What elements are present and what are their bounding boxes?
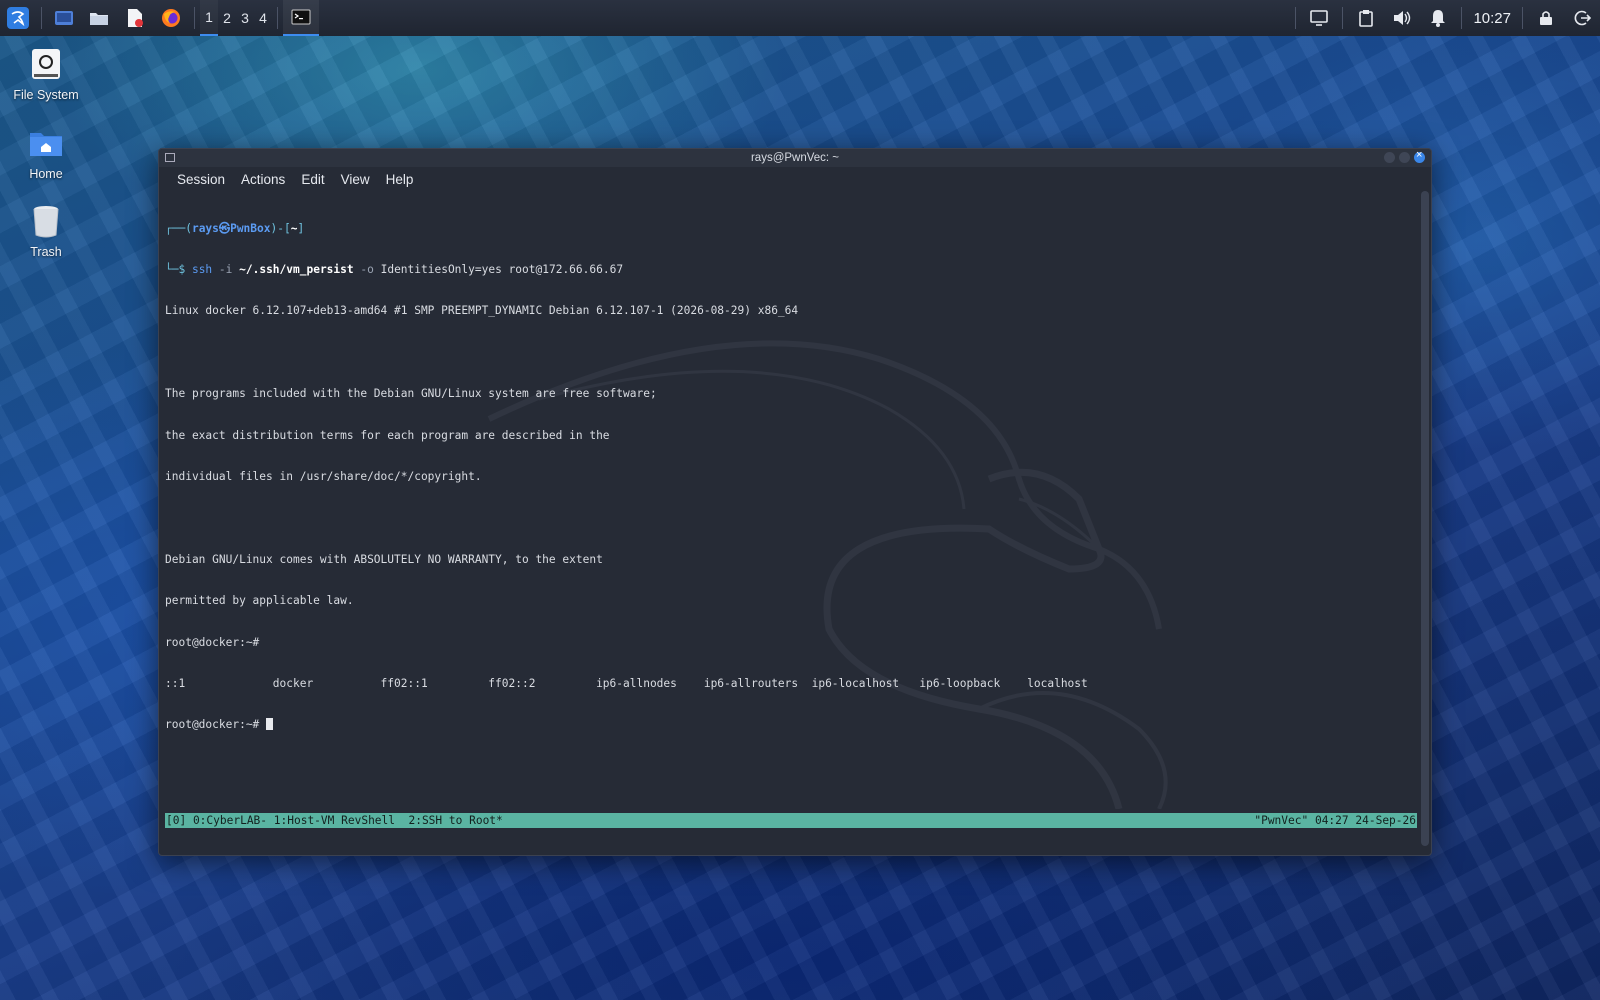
- desktop-icon-label: Trash: [30, 245, 62, 259]
- prompt-frame: ┌──(: [165, 221, 192, 235]
- output-line: Debian GNU/Linux comes with ABSOLUTELY N…: [165, 552, 603, 566]
- show-desktop-icon[interactable]: [47, 0, 81, 36]
- menubar: Session Actions Edit View Help: [159, 167, 1431, 191]
- tmux-window-list[interactable]: [0] 0:CyberLAB- 1:Host-VM RevShell 2:SSH…: [166, 813, 503, 828]
- terminal-scrollbar[interactable]: [1421, 191, 1429, 846]
- window-titlebar[interactable]: rays@PwnVec: ~: [159, 149, 1431, 167]
- clock[interactable]: 10:27: [1467, 10, 1517, 27]
- workspace-4[interactable]: 4: [254, 0, 272, 36]
- separator: [41, 7, 42, 29]
- workspace-2[interactable]: 2: [218, 0, 236, 36]
- terminal-task-icon[interactable]: [283, 0, 319, 36]
- separator: [194, 7, 195, 29]
- menu-actions[interactable]: Actions: [233, 172, 293, 187]
- output-line: individual files in /usr/share/doc/*/cop…: [165, 469, 482, 483]
- prompt-frame: └─$: [165, 262, 192, 276]
- home-folder-icon: [28, 125, 64, 161]
- desktop-icon-home[interactable]: Home: [0, 125, 92, 181]
- output-line: permitted by applicable law.: [165, 594, 354, 608]
- current-prompt-line: root@docker:~#: [165, 718, 1413, 732]
- desktop-icon-trash[interactable]: Trash: [0, 203, 92, 259]
- output-line: The programs included with the Debian GN…: [165, 387, 657, 401]
- text-cursor: [266, 718, 274, 731]
- terminal-window[interactable]: rays@PwnVec: ~ Session Actions Edit View…: [158, 148, 1432, 856]
- clipboard-icon[interactable]: [1348, 0, 1384, 36]
- menu-help[interactable]: Help: [378, 172, 422, 187]
- output-line: Linux docker 6.12.107+deb13-amd64 #1 SMP…: [165, 304, 799, 318]
- menu-edit[interactable]: Edit: [293, 172, 332, 187]
- logout-icon[interactable]: [1564, 0, 1600, 36]
- terminal-output[interactable]: ┌──(rays㉿PwnBox)-[~] └─$ ssh -i ~/.ssh/v…: [159, 191, 1419, 855]
- separator: [1342, 7, 1344, 29]
- desktop-icon-label: File System: [13, 88, 79, 102]
- command-flag: -i: [212, 262, 240, 276]
- command-flag: -o: [353, 262, 381, 276]
- prompt-user: rays㉿PwnBox: [191, 221, 271, 235]
- output-line: the exact distribution terms for each pr…: [165, 428, 610, 442]
- command-keyfile: ~/.ssh/vm_persist: [239, 262, 354, 276]
- window-title: rays@PwnVec: ~: [750, 152, 840, 164]
- command-name: ssh: [191, 262, 213, 276]
- desktop-icon-file-system[interactable]: File System: [0, 46, 92, 102]
- separator: [1295, 7, 1297, 29]
- text-editor-icon[interactable]: [117, 0, 153, 36]
- volume-icon[interactable]: [1384, 0, 1420, 36]
- desktop-icon-label: Home: [29, 167, 63, 181]
- tmux-status-bar: [0] 0:CyberLAB- 1:Host-VM RevShell 2:SSH…: [165, 813, 1417, 828]
- system-tray: 10:27: [1290, 0, 1600, 36]
- close-icon[interactable]: [1414, 149, 1425, 163]
- tmux-status-right: "PwnVec" 04:27 24-Sep-26: [1254, 814, 1416, 827]
- firefox-icon[interactable]: [153, 0, 189, 36]
- workspace-1[interactable]: 1: [200, 0, 218, 36]
- file-manager-icon[interactable]: [81, 0, 117, 36]
- current-prompt: root@docker:~#: [165, 718, 267, 732]
- prompt-frame: )-[: [270, 221, 291, 235]
- trash-icon: [28, 203, 64, 239]
- drive-icon: [28, 46, 64, 82]
- minimize-icon[interactable]: [1384, 152, 1395, 163]
- separator: [1522, 7, 1523, 29]
- display-icon[interactable]: [1301, 0, 1337, 36]
- workspace-3[interactable]: 3: [236, 0, 254, 36]
- output-line: root@docker:~#: [165, 635, 267, 649]
- lock-icon[interactable]: [1528, 0, 1564, 36]
- kali-menu-icon[interactable]: [0, 0, 36, 36]
- separator: [277, 7, 278, 29]
- maximize-icon[interactable]: [1399, 152, 1410, 163]
- window-menu-icon[interactable]: [165, 153, 175, 165]
- prompt-line: ┌──(rays㉿PwnBox)-[~]: [165, 222, 1413, 236]
- command-line: └─$ ssh -i ~/.ssh/vm_persist -o Identiti…: [165, 263, 1413, 277]
- menu-view[interactable]: View: [333, 172, 378, 187]
- notifications-icon[interactable]: [1420, 0, 1456, 36]
- menu-session[interactable]: Session: [169, 172, 233, 187]
- command-args: IdentitiesOnly=yes root@172.66.66.67: [380, 262, 624, 276]
- separator: [1461, 7, 1463, 29]
- taskbar: 1 2 3 4 10:27: [0, 0, 1600, 36]
- prompt-frame: ]: [297, 221, 305, 235]
- output-line: ::1 docker ff02::1 ff02::2 ip6-allnodes …: [165, 676, 1088, 690]
- window-controls: [1384, 149, 1425, 163]
